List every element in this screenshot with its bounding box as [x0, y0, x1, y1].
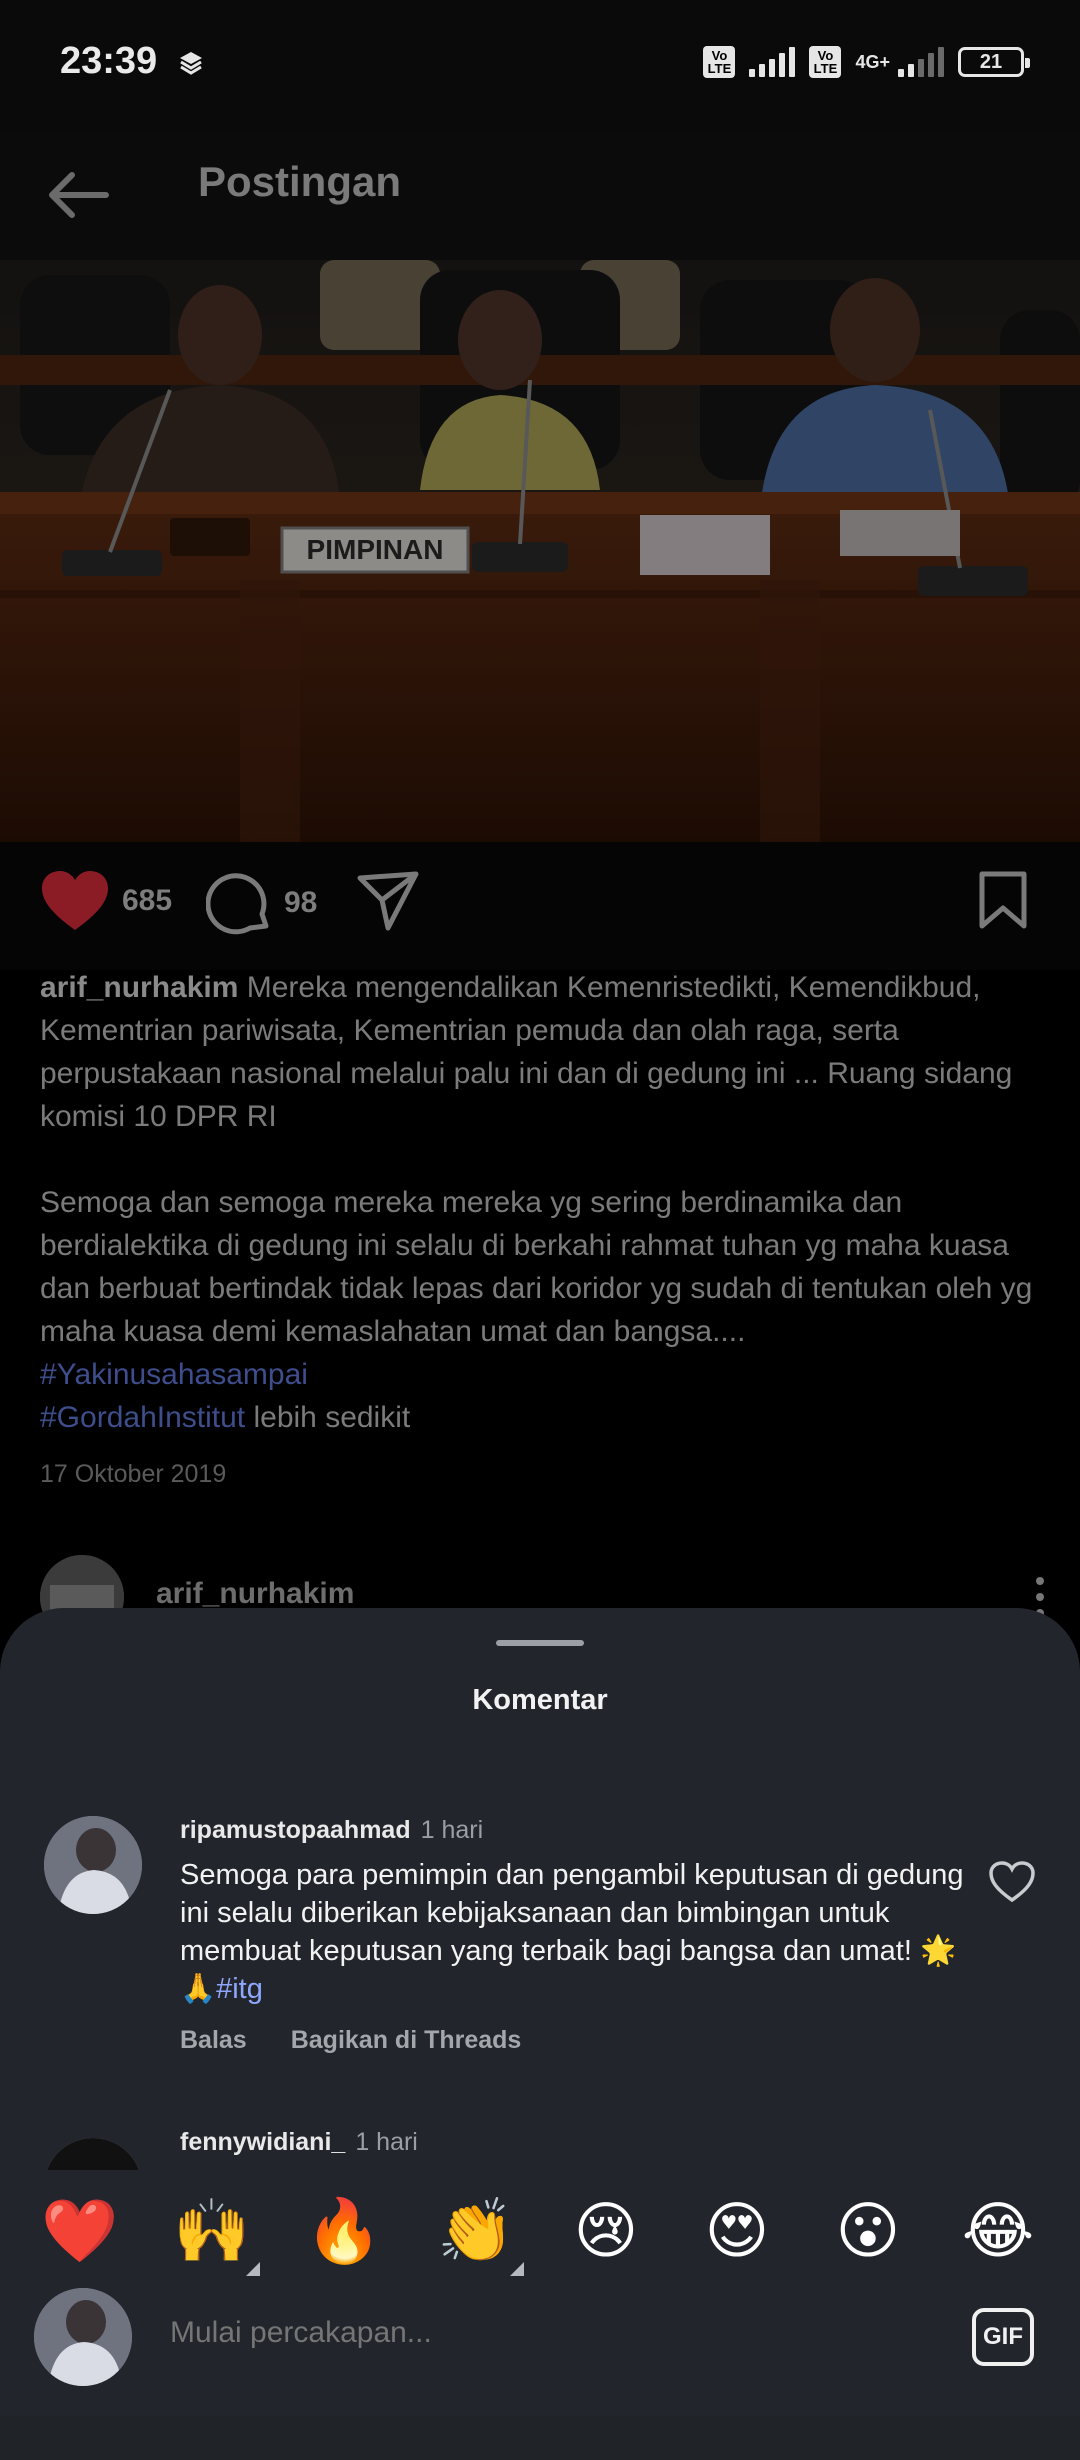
layers-icon — [180, 52, 202, 75]
comment-body: Semoga para pemimpin dan pengambil keput… — [180, 1859, 964, 2005]
volte-badge-1: Vo LTE — [703, 46, 736, 78]
post-photo[interactable]: PIMPINAN — [0, 260, 1080, 842]
like-count: 685 — [122, 884, 173, 917]
comment-hashtag[interactable]: #itg — [216, 1973, 263, 2005]
arrow-left-icon[interactable] — [40, 155, 120, 235]
comment-bubble-icon[interactable] — [206, 870, 272, 936]
comment-composer: GIF — [0, 2288, 1080, 2388]
post-date: 17 Oktober 2019 — [40, 1460, 227, 1488]
share-send-icon[interactable] — [356, 870, 420, 932]
emoji-laughing-button[interactable]: 😂 — [958, 2192, 1038, 2272]
emoji-heart-button[interactable]: ❤️ — [40, 2192, 120, 2272]
emoji-crying-button[interactable]: 😢 — [566, 2192, 646, 2272]
comment-time: 1 hari — [355, 2128, 418, 2156]
share-threads-button[interactable]: Bagikan di Threads — [291, 2026, 522, 2054]
comment-username[interactable]: ripamustopaahmad — [180, 1816, 411, 1844]
comment-count: 98 — [284, 886, 318, 919]
comment-text: Semoga para pemimpin dan pengambil keput… — [180, 1856, 970, 2008]
post-actions: 685 98 — [0, 842, 1080, 970]
heart-outline-icon[interactable] — [988, 1860, 1036, 1904]
comment-username[interactable]: fennywidiani_ — [180, 2128, 345, 2156]
status-indicators: Vo LTE Vo LTE 4G+ 21 — [703, 46, 1030, 78]
hashtag-link-1[interactable]: #Yakinusahasampai — [40, 1358, 308, 1391]
comment-header: ripamustopaahmad 1 hari — [180, 1816, 483, 1845]
emoji-clap: 👏 — [437, 2197, 515, 2266]
volte-badge-2: Vo LTE — [809, 46, 842, 78]
reply-button[interactable]: Balas — [180, 2026, 247, 2054]
caption-username[interactable]: arif_nurhakim — [40, 971, 238, 1004]
system-navigation-bar — [0, 2416, 1080, 2460]
hashtag-link-2[interactable]: #GordahInstitut — [40, 1401, 245, 1434]
comment-action[interactable]: 98 — [206, 870, 317, 936]
emoji-raising-hands: 🙌 — [173, 2197, 251, 2266]
skin-tone-indicator-icon — [510, 2262, 524, 2276]
like-action[interactable]: 685 — [40, 870, 172, 932]
comment-time: 1 hari — [420, 1816, 484, 1844]
signal-icon-1 — [749, 47, 796, 77]
emoji-clap-button[interactable]: 👏 — [436, 2192, 524, 2276]
network-type: 4G+ — [855, 51, 890, 72]
sheet-title: Komentar — [472, 1684, 608, 1716]
skin-tone-indicator-icon — [246, 2262, 260, 2276]
commenter-avatar[interactable] — [44, 1816, 142, 1914]
heart-filled-icon[interactable] — [40, 870, 110, 932]
comment-item: ripamustopaahmad 1 hari Semoga para pemim… — [44, 1816, 1044, 2076]
emoji-surprised-button[interactable]: 😮 — [828, 2192, 908, 2272]
status-bar: 23:39 Vo LTE Vo LTE 4G+ 21 — [0, 0, 1080, 130]
battery-icon: 21 — [958, 47, 1030, 77]
author-username[interactable]: arif_nurhakim — [156, 1577, 354, 1611]
sheet-grabber[interactable] — [496, 1640, 584, 1646]
status-time: 23:39 — [60, 40, 158, 82]
see-less-link[interactable]: lebih sedikit — [253, 1401, 410, 1434]
emoji-fire-button[interactable]: 🔥 — [304, 2192, 384, 2272]
signal-icon-2 — [898, 47, 944, 77]
comment-header: fennywidiani_ 1 hari — [180, 2128, 418, 2157]
comment-input[interactable] — [170, 2316, 870, 2350]
caption-paragraph-2: Semoga dan semoga mereka mereka yg serin… — [40, 1186, 1033, 1348]
post-header: Postingan — [0, 130, 1080, 260]
caption-paragraph-1: arif_nurhakim Mereka mengendalikan Kemen… — [40, 966, 1050, 1138]
quick-emoji-bar: ❤️ 🙌 🔥 👏 😢 😍 😮 😂 — [0, 2170, 1080, 2300]
gif-button[interactable]: GIF — [972, 2308, 1034, 2366]
comment-actions: Balas Bagikan di Threads — [180, 2026, 565, 2055]
post-caption: arif_nurhakim Mereka mengendalikan Kemen… — [40, 966, 1050, 1439]
my-avatar — [34, 2288, 132, 2386]
bookmark-icon[interactable] — [978, 870, 1028, 930]
emoji-raising-hands-button[interactable]: 🙌 — [172, 2192, 260, 2276]
emoji-heart-eyes-button[interactable]: 😍 — [697, 2192, 777, 2272]
page-title: Postingan — [198, 158, 402, 205]
